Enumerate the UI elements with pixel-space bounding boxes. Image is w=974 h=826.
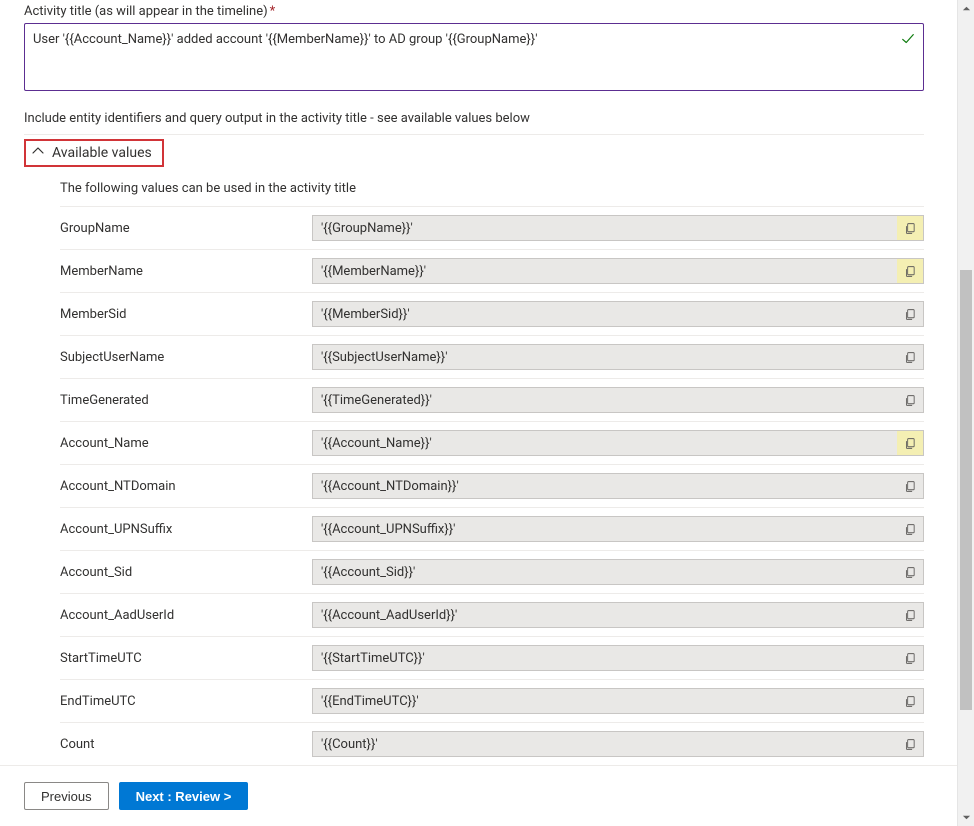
values-intro-text: The following values can be used in the … xyxy=(60,181,933,196)
value-token-text: '{{TimeGenerated}}' xyxy=(321,393,897,408)
value-name: TimeGenerated xyxy=(60,393,300,408)
value-name: Count xyxy=(60,737,300,752)
next-review-button[interactable]: Next : Review > xyxy=(119,782,249,810)
activity-title-input[interactable] xyxy=(25,24,923,90)
value-name: GroupName xyxy=(60,221,300,236)
value-row: SubjectUserName '{{SubjectUserName}}' xyxy=(60,336,924,379)
activity-title-label: Activity title (as will appear in the ti… xyxy=(24,4,933,19)
copy-icon[interactable] xyxy=(897,474,923,498)
value-token-box: '{{MemberSid}}' xyxy=(312,301,924,327)
value-row: MemberSid '{{MemberSid}}' xyxy=(60,293,924,336)
value-token-box: '{{StartTimeUTC}}' xyxy=(312,645,924,671)
value-token-text: '{{Account_UPNSuffix}}' xyxy=(321,522,897,537)
value-name: Account_UPNSuffix xyxy=(60,522,300,537)
value-row: TimeGenerated '{{TimeGenerated}}' xyxy=(60,379,924,422)
value-row: GroupName '{{GroupName}}' xyxy=(60,207,924,250)
value-row: Account_AadUserId '{{Account_AadUserId}}' xyxy=(60,594,924,637)
value-token-text: '{{MemberSid}}' xyxy=(321,307,897,322)
value-name: MemberName xyxy=(60,264,300,279)
value-token-text: '{{Account_NTDomain}}' xyxy=(321,479,897,494)
copy-icon[interactable] xyxy=(897,431,923,455)
value-row: Account_NTDomain '{{Account_NTDomain}}' xyxy=(60,465,924,508)
value-row: MemberName '{{MemberName}}' xyxy=(60,250,924,293)
value-name: StartTimeUTC xyxy=(60,651,300,666)
copy-icon[interactable] xyxy=(897,603,923,627)
copy-icon[interactable] xyxy=(897,732,923,756)
value-row: Account_Name '{{Account_Name}}' xyxy=(60,422,924,465)
copy-icon[interactable] xyxy=(897,216,923,240)
copy-icon[interactable] xyxy=(897,302,923,326)
value-name: Account_Sid xyxy=(60,565,300,580)
previous-button[interactable]: Previous xyxy=(24,782,109,810)
value-token-text: '{{Account_Name}}' xyxy=(321,436,897,451)
scrollbar-thumb[interactable] xyxy=(960,270,972,710)
value-name: Account_NTDomain xyxy=(60,479,300,494)
value-token-text: '{{GroupName}}' xyxy=(321,221,897,236)
available-values-table: GroupName '{{GroupName}}' MemberName '{{Mem… xyxy=(60,206,924,765)
value-name: Account_Name xyxy=(60,436,300,451)
value-token-box: '{{EndTimeUTC}}' xyxy=(312,688,924,714)
vertical-scrollbar[interactable] xyxy=(957,0,974,826)
value-token-box: '{{TimeGenerated}}' xyxy=(312,387,924,413)
value-token-text: '{{Account_Sid}}' xyxy=(321,565,897,580)
value-token-text: '{{StartTimeUTC}}' xyxy=(321,651,897,666)
copy-icon[interactable] xyxy=(897,345,923,369)
required-asterisk: * xyxy=(270,4,276,19)
value-name: Account_AadUserId xyxy=(60,608,300,623)
value-token-box: '{{Account_AadUserId}}' xyxy=(312,602,924,628)
copy-icon[interactable] xyxy=(897,689,923,713)
value-token-box: '{{Account_NTDomain}}' xyxy=(312,473,924,499)
valid-checkmark-icon xyxy=(901,32,915,46)
available-values-toggle[interactable]: Available values xyxy=(24,139,164,167)
value-token-text: '{{Count}}' xyxy=(321,737,897,752)
value-token-box: '{{SubjectUserName}}' xyxy=(312,344,924,370)
value-token-box: '{{Account_Name}}' xyxy=(312,430,924,456)
value-token-box: '{{GroupName}}' xyxy=(312,215,924,241)
value-row: Account_UPNSuffix '{{Account_UPNSuffix}}' xyxy=(60,508,924,551)
chevron-up-icon xyxy=(32,145,44,161)
wizard-footer: Previous Next : Review > xyxy=(0,765,957,826)
copy-icon[interactable] xyxy=(897,388,923,412)
value-name: SubjectUserName xyxy=(60,350,300,365)
section-divider xyxy=(24,134,924,135)
value-token-text: '{{MemberName}}' xyxy=(321,264,897,279)
value-token-text: '{{SubjectUserName}}' xyxy=(321,350,897,365)
activity-title-field-wrap xyxy=(24,23,924,91)
copy-icon[interactable] xyxy=(897,646,923,670)
copy-icon[interactable] xyxy=(897,517,923,541)
value-row: StartTimeUTC '{{StartTimeUTC}}' xyxy=(60,637,924,680)
value-token-box: '{{MemberName}}' xyxy=(312,258,924,284)
value-token-text: '{{Account_AadUserId}}' xyxy=(321,608,897,623)
scrollbar-arrow-up-icon[interactable] xyxy=(958,0,974,17)
value-token-box: '{{Account_Sid}}' xyxy=(312,559,924,585)
scrollbar-arrow-down-icon[interactable] xyxy=(958,809,974,826)
value-token-box: '{{Count}}' xyxy=(312,731,924,757)
value-row: EndTimeUTC '{{EndTimeUTC}}' xyxy=(60,680,924,723)
value-token-box: '{{Account_UPNSuffix}}' xyxy=(312,516,924,542)
value-row: Count '{{Count}}' xyxy=(60,723,924,765)
value-name: MemberSid xyxy=(60,307,300,322)
value-name: EndTimeUTC xyxy=(60,694,300,709)
copy-icon[interactable] xyxy=(897,560,923,584)
value-token-text: '{{EndTimeUTC}}' xyxy=(321,694,897,709)
helper-text: Include entity identifiers and query out… xyxy=(24,111,933,126)
copy-icon[interactable] xyxy=(897,259,923,283)
value-row: Account_Sid '{{Account_Sid}}' xyxy=(60,551,924,594)
available-values-label: Available values xyxy=(52,145,152,161)
